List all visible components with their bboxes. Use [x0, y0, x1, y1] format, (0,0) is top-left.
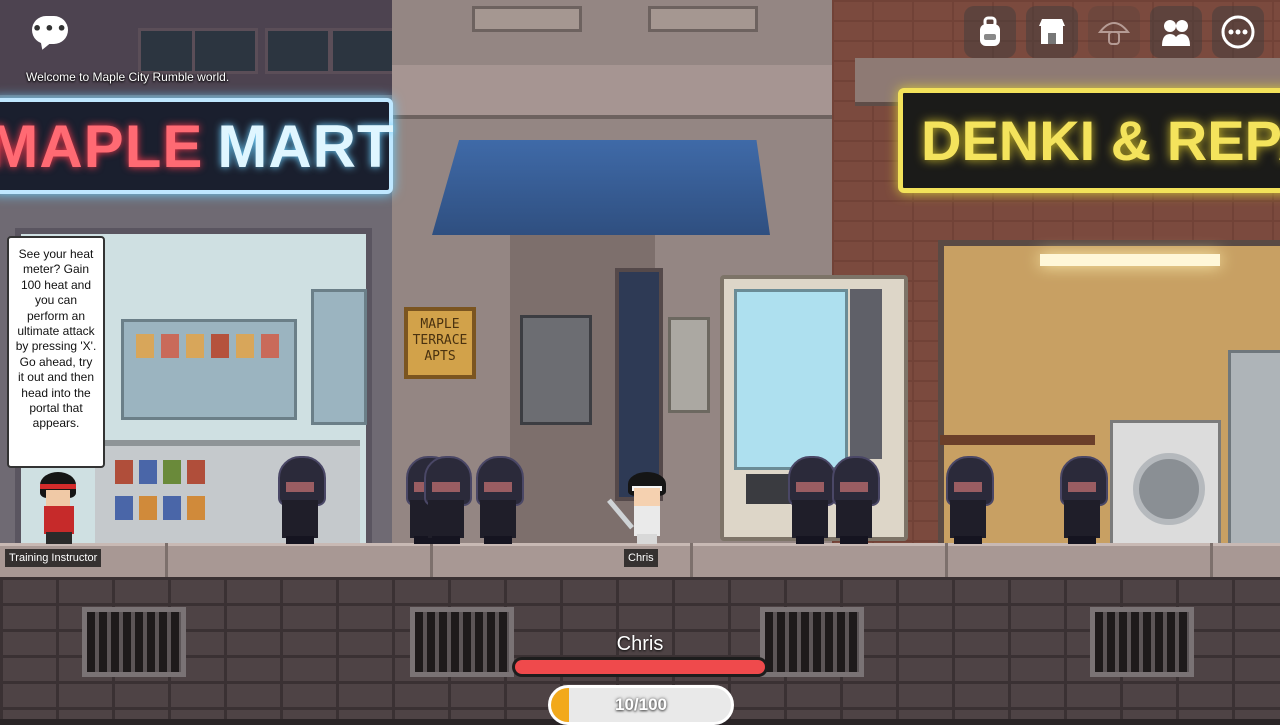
store-goods	[187, 460, 205, 484]
store-goods	[139, 496, 157, 520]
store-goods	[163, 496, 181, 520]
heat-meter: 10/100	[548, 685, 734, 725]
top-toolbar	[964, 6, 1264, 58]
mushroom-icon	[1097, 22, 1131, 45]
enemy-ninja[interactable]	[418, 456, 474, 544]
sidewalk-seam	[165, 543, 168, 577]
player-character	[607, 472, 670, 544]
npc-name-tag: Training Instructor	[5, 549, 102, 567]
store-goods	[115, 460, 133, 484]
store-goods	[211, 334, 229, 358]
mushroom-button[interactable]	[1088, 6, 1140, 58]
wall-vent	[1090, 607, 1194, 677]
enemy-ninja[interactable]	[826, 456, 882, 544]
health-bar	[512, 657, 768, 677]
game-scene: MAPLE MART MAPLE TERRACE APTS DENKI & RE…	[0, 0, 1280, 719]
system-message: Welcome to Maple City Rumble world.	[26, 70, 230, 84]
wall-vent	[760, 607, 864, 677]
enemy-ninja[interactable]	[1054, 456, 1110, 544]
more-button[interactable]	[1212, 6, 1264, 58]
tutorial-tooltip: See your heat meter? Gain 100 heat and y…	[7, 236, 105, 468]
player-name-tag: Chris	[624, 549, 658, 567]
store-goods	[115, 496, 133, 520]
wall-vent	[410, 607, 514, 677]
health-bar-fill	[515, 660, 765, 674]
apts-sign-line: APTS	[424, 349, 456, 364]
training-instructor-npc[interactable]	[30, 472, 88, 544]
entrance-door	[615, 268, 663, 501]
enemy-ninja[interactable]	[940, 456, 996, 544]
inventory-button[interactable]	[964, 6, 1016, 58]
sidewalk-seam	[430, 543, 433, 577]
repair-desk	[940, 435, 1095, 445]
mailboxes	[520, 315, 592, 425]
wall-vent	[82, 607, 186, 677]
train-window	[265, 28, 331, 74]
store-goods	[261, 334, 279, 358]
intercom-panel	[668, 317, 710, 413]
heat-meter-text: 10/100	[615, 695, 667, 714]
denki-repair-sign: DENKI & REPAIR	[898, 88, 1280, 193]
blue-awning	[432, 140, 770, 235]
store-goods	[139, 460, 157, 484]
apts-sign-line: MAPLE	[420, 317, 460, 332]
sidewalk-seam	[1210, 543, 1213, 577]
apts-sign-line: TERRACE	[412, 333, 468, 348]
apartments-sign: MAPLE TERRACE APTS	[404, 307, 476, 379]
store-goods	[161, 334, 179, 358]
chat-button[interactable]: •••	[28, 12, 74, 54]
refrigerator	[1228, 350, 1280, 546]
store-goods	[187, 496, 205, 520]
building-ledge	[392, 65, 832, 119]
maple-mart-sign: MAPLE MART	[0, 98, 395, 194]
enemy-ninja[interactable]	[470, 456, 526, 544]
more-icon	[1221, 15, 1255, 49]
ceiling-lamp	[1040, 254, 1220, 266]
building-window	[472, 6, 582, 32]
vending-keypad	[850, 289, 882, 459]
sidewalk-seam	[945, 543, 948, 577]
store-fridge	[311, 289, 367, 425]
friends-icon	[1162, 20, 1190, 46]
backpack-icon	[980, 16, 1000, 46]
enemy-ninja[interactable]	[272, 456, 328, 544]
sidewalk-seam	[690, 543, 693, 577]
store-goods	[136, 334, 154, 358]
store-goods	[163, 460, 181, 484]
store-goods	[186, 334, 204, 358]
store-goods	[236, 334, 254, 358]
building-window	[648, 6, 758, 32]
washing-machine	[1110, 420, 1221, 548]
washer-door	[1133, 453, 1205, 525]
shop-button[interactable]	[1026, 6, 1078, 58]
vending-display	[734, 289, 848, 470]
train-window	[330, 28, 396, 74]
shop-icon	[1039, 19, 1065, 44]
friends-button[interactable]	[1150, 6, 1202, 58]
train-window	[192, 28, 258, 74]
maple-mart-sign-text-b: MART	[217, 112, 395, 180]
denki-sign-text: DENKI & REPAIR	[921, 109, 1280, 172]
maple-mart-sign-text-a: MAPLE	[0, 112, 204, 180]
hud-player-name: Chris	[616, 633, 664, 655]
